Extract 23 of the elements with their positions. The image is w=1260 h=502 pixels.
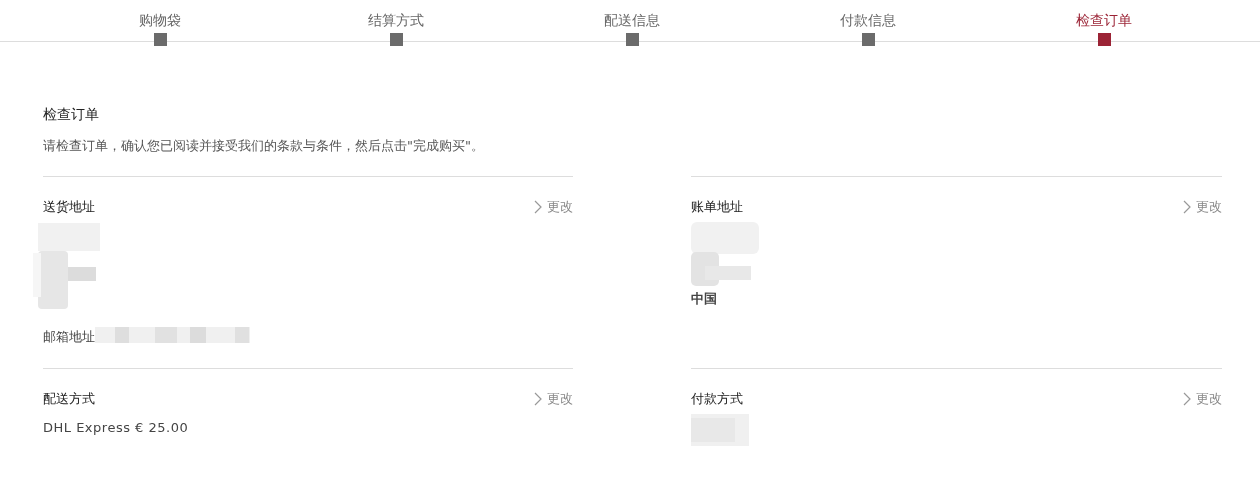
step-label[interactable]: 配送信息 [604, 10, 660, 30]
step-label[interactable]: 结算方式 [368, 10, 424, 30]
step-label[interactable]: 购物袋 [139, 10, 181, 30]
chevron-icon [534, 392, 542, 406]
detail-text: DHL Express € 25.00 [43, 420, 190, 435]
section-title: 账单地址 [691, 198, 743, 216]
section-title: 付款方式 [691, 390, 743, 408]
intro-text: 请检查订单，确认您已阅读并接受我们的条款与条件，然后点击"完成购买"。 [43, 137, 485, 155]
chevron-icon [1183, 392, 1191, 406]
page-heading: 检查订单 [43, 105, 100, 124]
change-link[interactable]: 更改 [1183, 198, 1222, 216]
section-title: 送货地址 [43, 198, 95, 216]
chevron-icon [534, 200, 542, 214]
step-label[interactable]: 检查订单 [1076, 10, 1132, 30]
change-link[interactable]: 更改 [534, 198, 573, 216]
change-link[interactable]: 更改 [534, 390, 573, 408]
change-link[interactable]: 更改 [1183, 390, 1222, 408]
section-title: 配送方式 [43, 390, 95, 408]
detail-text: 中国 [691, 290, 718, 308]
chevron-icon [1183, 200, 1191, 214]
step-label[interactable]: 付款信息 [840, 10, 896, 30]
email-label: 邮箱地址 [43, 328, 95, 346]
blurred-drawing [691, 222, 761, 286]
